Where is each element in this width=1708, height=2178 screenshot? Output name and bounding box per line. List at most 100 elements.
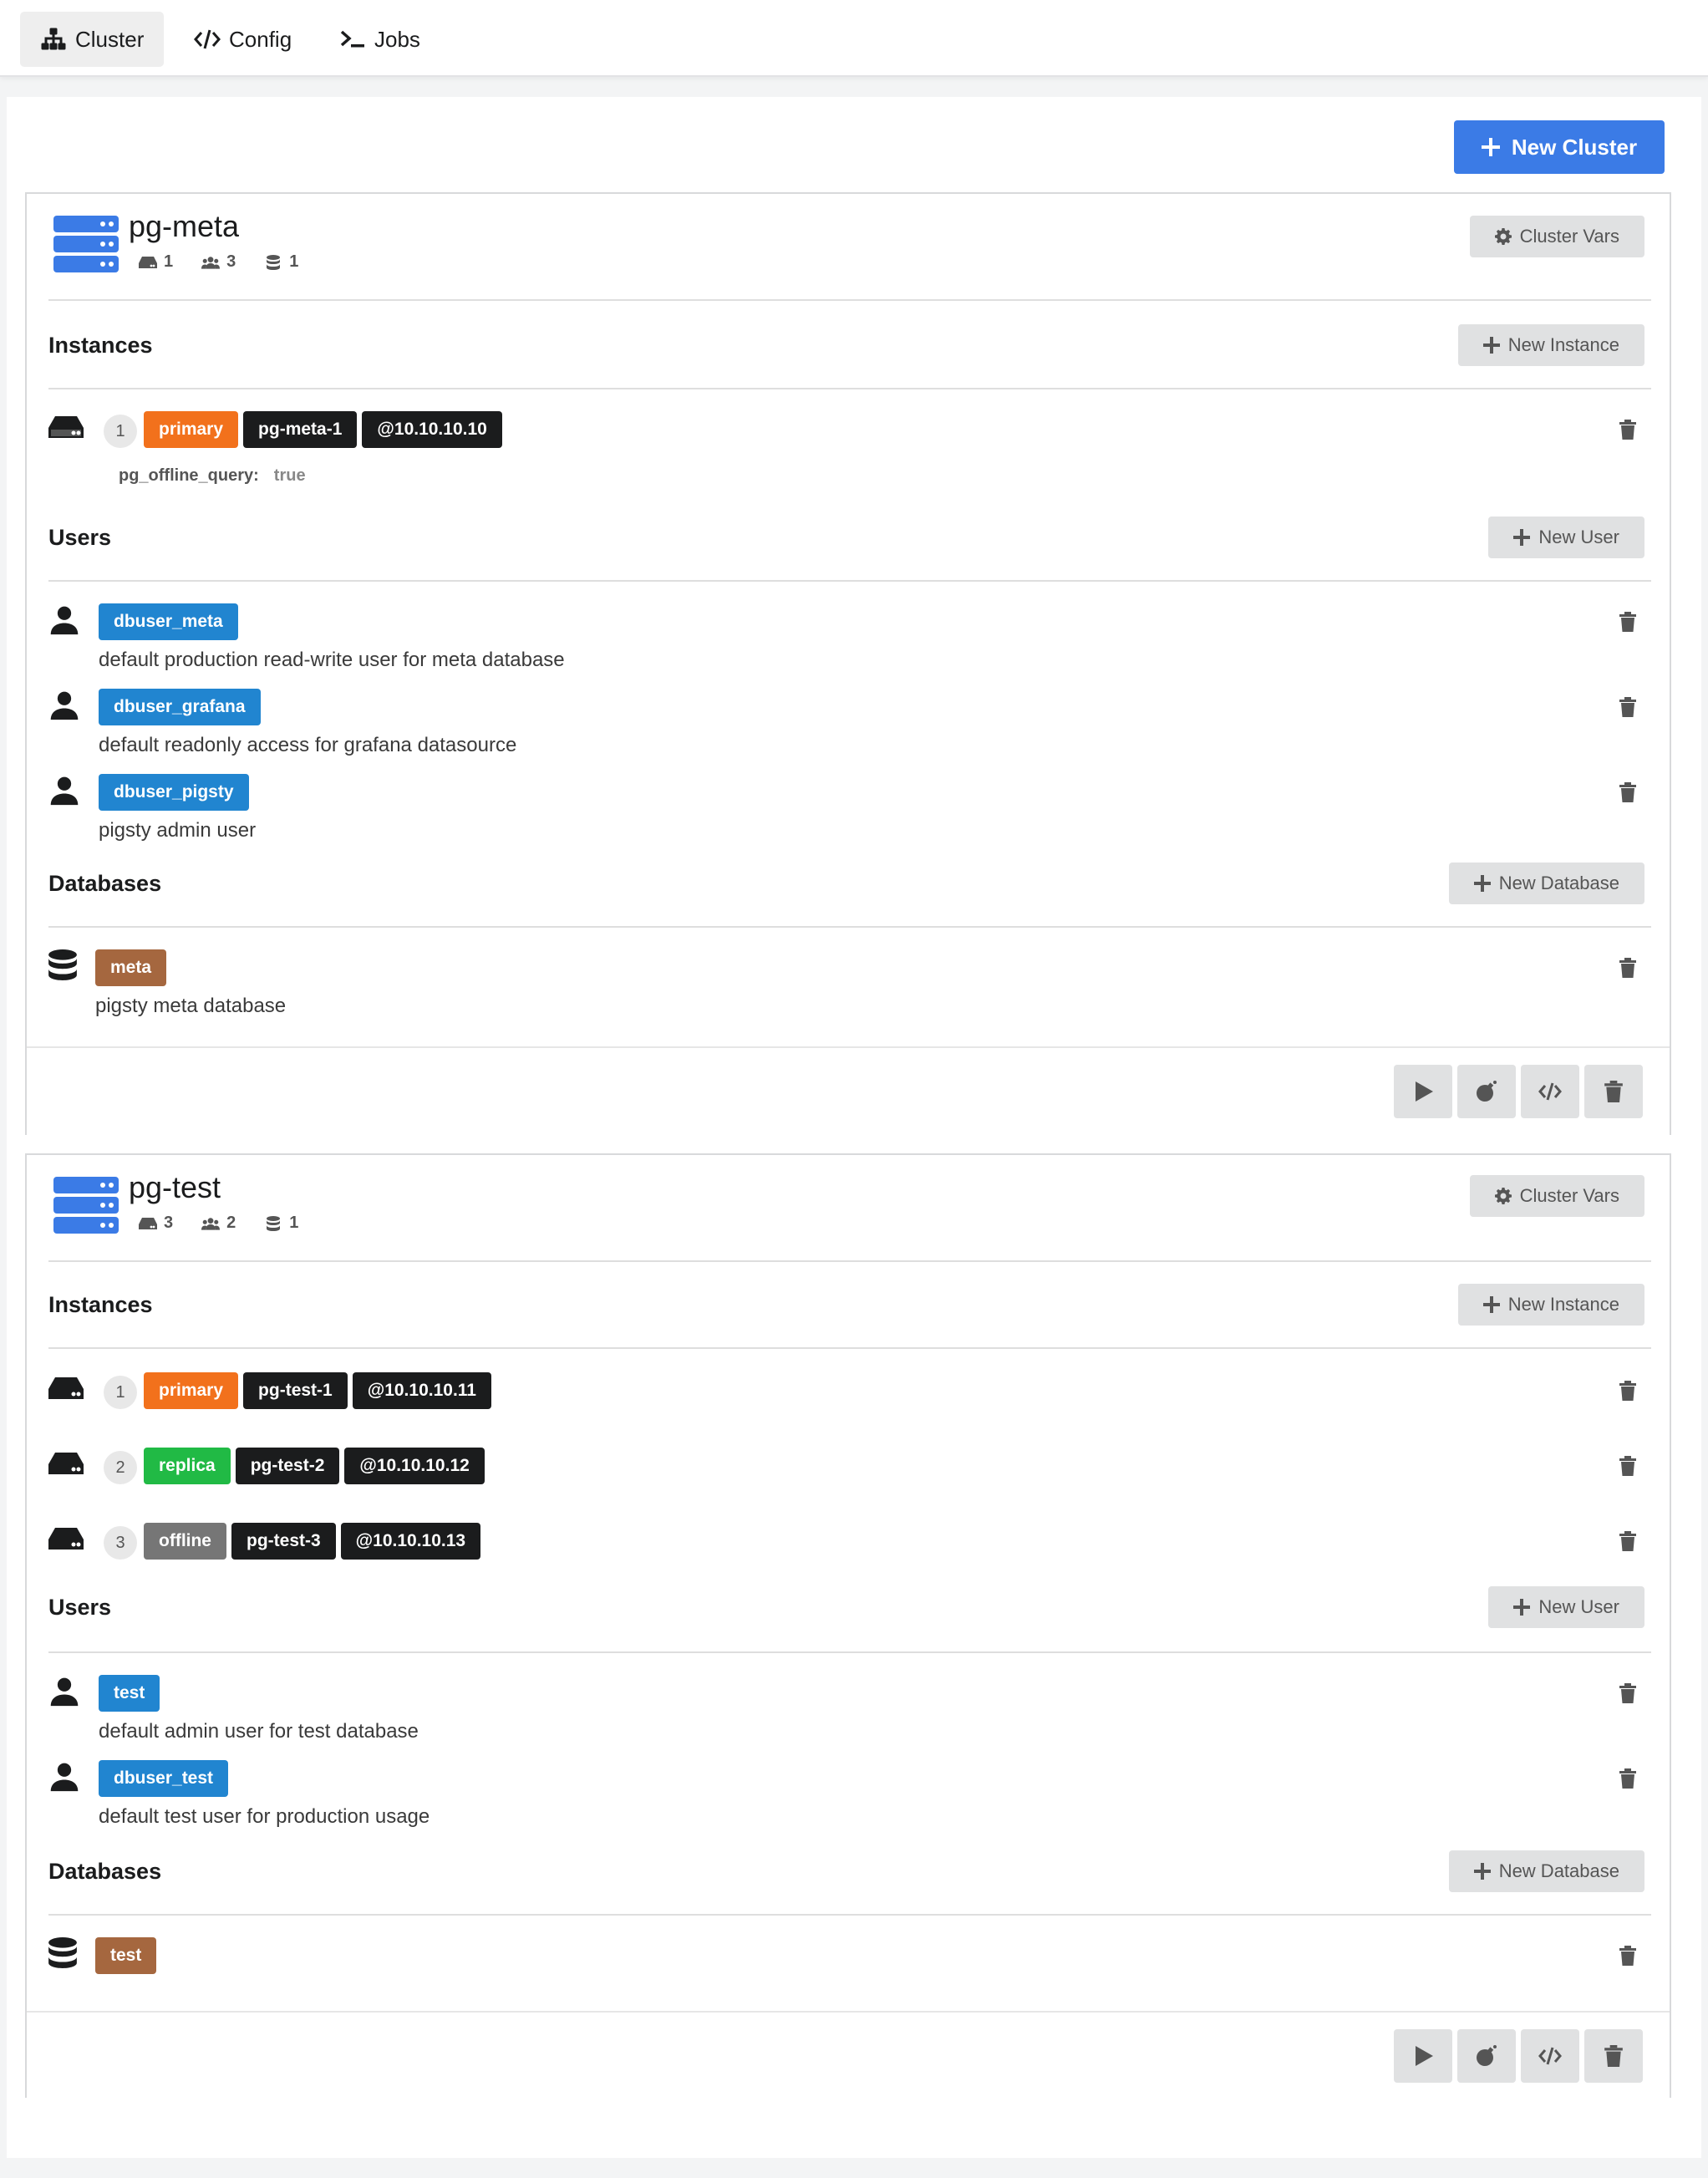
gear-icon [1494,1188,1512,1204]
cluster-card: pg-meta 1 3 1 Cluster Vars Instances New… [25,192,1671,1135]
cluster-vars-button[interactable]: Cluster Vars [1469,216,1644,257]
instance-name-tag[interactable]: pg-test-2 [235,1448,340,1484]
user-name-tag[interactable]: dbuser_pigsty [99,774,249,811]
new-instance-button[interactable]: New Instance [1457,1284,1644,1326]
instance-name-tag[interactable]: pg-test-1 [243,1372,348,1409]
cluster-name: pg-test [129,1170,221,1204]
user-row: test [48,1675,1651,1717]
nav-tab-config[interactable]: Config [174,12,312,67]
role-tag-primary[interactable]: primary [144,1372,239,1409]
cluster-actions-bar [27,1046,1670,1135]
trash-icon[interactable] [1619,958,1636,978]
new-instance-button[interactable]: New Instance [1457,324,1644,366]
cluster-stats: 1 3 1 [139,252,298,272]
trash-icon[interactable] [1619,1946,1636,1966]
trash-icon[interactable] [1619,697,1636,717]
nav-tab-jobs[interactable]: Jobs [319,12,440,67]
plus-icon [1482,337,1500,354]
users-icon [201,256,221,269]
run-button[interactable] [1394,2029,1452,2083]
instance-name-tag[interactable]: pg-meta-1 [243,411,358,448]
nav-tab-label: Cluster [75,26,145,52]
user-name-tag[interactable]: test [99,1675,160,1712]
instance-var: pg_offline_query: true [119,466,306,486]
user-name-tag[interactable]: dbuser_grafana [99,689,261,725]
instance-name-tag[interactable]: pg-test-3 [231,1523,336,1560]
user-description: default readonly access for grafana data… [99,734,517,756]
instance-ip-tag[interactable]: @10.10.10.13 [340,1523,481,1560]
hdd-icon [48,1377,84,1399]
trash-icon[interactable] [1619,1456,1636,1476]
cluster-name: pg-meta [129,209,240,243]
trash-icon[interactable] [1619,420,1636,440]
database-name-tag[interactable]: meta [95,949,167,986]
database-icon [48,949,77,980]
instance-seq: 2 [104,1451,137,1484]
role-tag-replica[interactable]: replica [144,1448,231,1484]
trash-icon[interactable] [1619,612,1636,632]
cluster-stats: 3 2 1 [139,1214,298,1233]
hdd-icon [48,416,84,438]
role-tag-offline[interactable]: offline [144,1523,226,1560]
view-config-button[interactable] [1521,1065,1579,1118]
trash-icon[interactable] [1619,1683,1636,1703]
user-name-tag[interactable]: dbuser_test [99,1760,229,1797]
database-row: meta [48,949,1651,991]
delete-cluster-button[interactable] [1584,2029,1643,2083]
users-divider [48,1651,1651,1653]
user-name-tag[interactable]: dbuser_meta [99,603,238,640]
cluster-actions-bar [27,2011,1670,2098]
run-button[interactable] [1394,1065,1452,1118]
user-count: 3 [201,252,236,272]
trash-icon [1604,2045,1623,2067]
user-icon [50,1677,79,1707]
delete-cluster-button[interactable] [1584,1065,1643,1118]
nav-tab-cluster[interactable]: Cluster [20,12,165,67]
trash-icon[interactable] [1619,1381,1636,1401]
new-cluster-button[interactable]: New Cluster [1454,120,1665,174]
trash-icon [1604,1081,1623,1102]
cluster-vars-button[interactable]: Cluster Vars [1469,1175,1644,1217]
instance-seq: 1 [104,415,137,448]
database-name-tag[interactable]: test [95,1937,157,1974]
instance-seq: 1 [104,1376,137,1409]
user-icon [50,606,79,635]
instance-row: 1 primary pg-test-1 @10.10.10.11 [48,1372,1651,1414]
instances-divider [48,1347,1651,1349]
databases-divider [48,926,1651,928]
instance-ip-tag[interactable]: @10.10.10.12 [344,1448,485,1484]
bomb-icon [1477,1081,1497,1102]
new-database-button[interactable]: New Database [1448,863,1644,904]
user-description: default test user for production usage [99,1805,430,1828]
database-description: pigsty meta database [95,995,287,1017]
cluster-card: pg-test 3 2 1 Cluster Vars Instances New… [25,1153,1671,2098]
nav-tab-label: Config [229,26,292,52]
destroy-button[interactable] [1457,1065,1516,1118]
trash-icon[interactable] [1619,1768,1636,1789]
new-database-button[interactable]: New Database [1448,1850,1644,1892]
view-config-button[interactable] [1521,2029,1579,2083]
hdd-icon [139,1217,157,1229]
destroy-button[interactable] [1457,2029,1516,2083]
instance-count: 3 [139,1214,173,1233]
role-tag-primary[interactable]: primary [144,411,239,448]
plus-icon [1513,1599,1531,1616]
users-title: Users [48,1595,112,1620]
instance-ip-tag[interactable]: @10.10.10.11 [352,1372,491,1409]
plus-icon [1481,138,1500,156]
database-count: 1 [264,252,298,272]
instance-tags: replica pg-test-2 @10.10.10.12 [144,1448,485,1484]
instance-tags: primary pg-meta-1 @10.10.10.10 [144,411,502,448]
instances-title: Instances [48,1292,153,1317]
instance-ip-tag[interactable]: @10.10.10.10 [362,411,502,448]
trash-icon[interactable] [1619,1531,1636,1551]
bomb-icon [1477,2045,1497,2066]
user-row: dbuser_meta [48,603,1651,645]
new-user-button[interactable]: New User [1488,517,1644,558]
new-user-button[interactable]: New User [1488,1586,1644,1628]
sitemap-icon [41,28,66,50]
trash-icon[interactable] [1619,782,1636,802]
server-stack-icon [53,216,119,274]
nav-tab-label: Jobs [374,26,420,52]
instance-tags: primary pg-test-1 @10.10.10.11 [144,1372,491,1409]
